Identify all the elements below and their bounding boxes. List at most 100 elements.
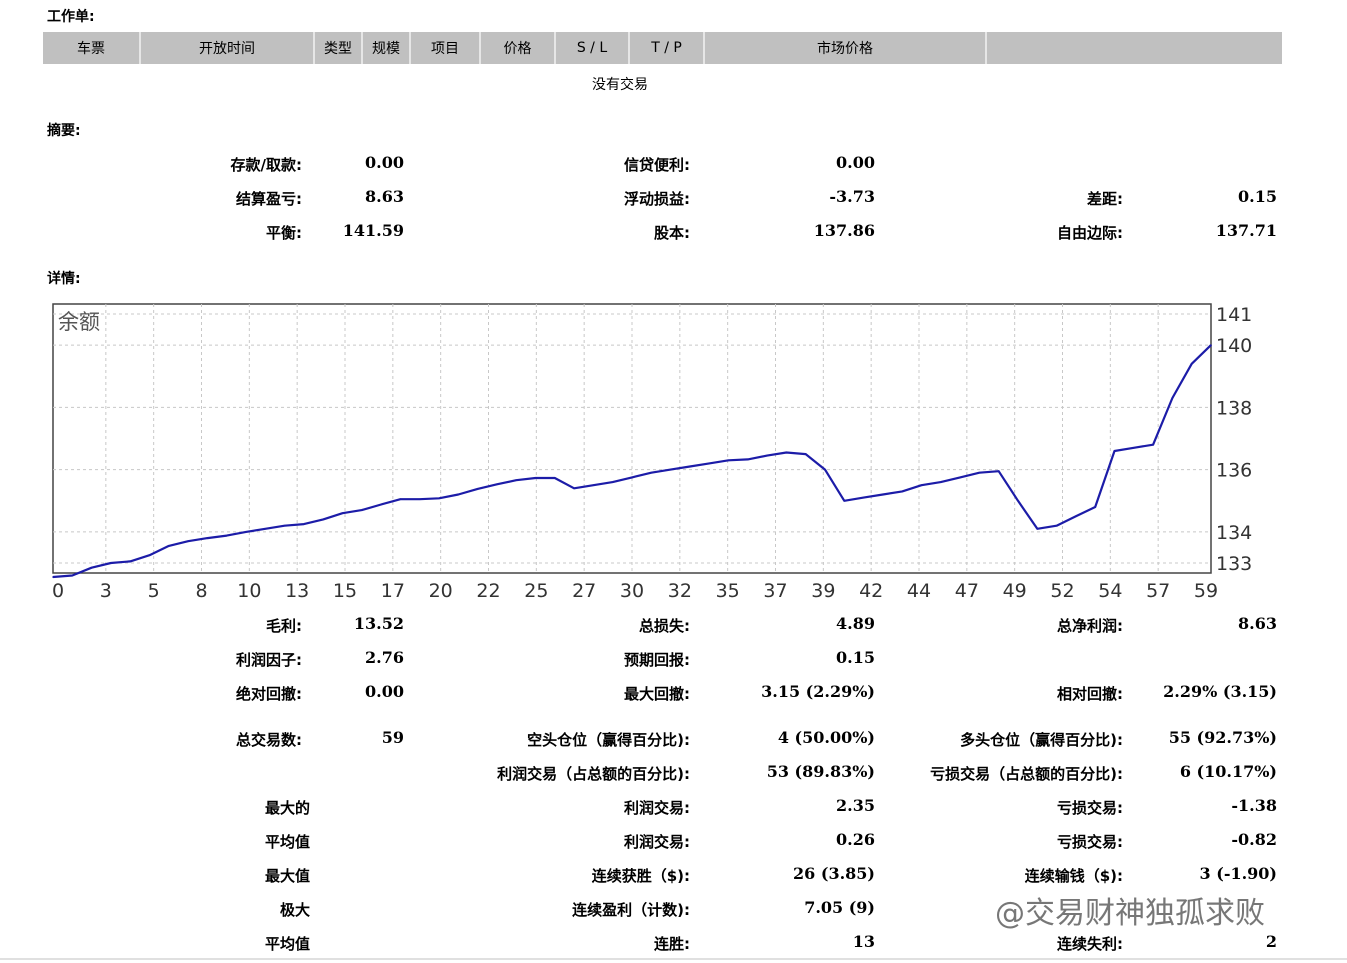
detail-value-col1: 0.00 xyxy=(365,682,404,701)
balance-point xyxy=(322,518,325,521)
x-tick-label: 3 xyxy=(100,580,112,602)
x-tick-label: 27 xyxy=(572,580,596,602)
balance-point xyxy=(843,499,846,502)
balance-point xyxy=(689,465,691,468)
y-tick-label: 134 xyxy=(1216,522,1252,544)
col-item[interactable]: 项目 xyxy=(411,32,481,64)
closed-pl-label: 结算盈亏: xyxy=(236,190,302,208)
detail-label-col2: 连续获胜（$): xyxy=(591,867,690,885)
detail-value-col2: 0.26 xyxy=(836,830,875,849)
balance-value: 141.59 xyxy=(342,221,404,240)
col-size[interactable]: 规模 xyxy=(363,32,411,64)
col-type[interactable]: 类型 xyxy=(315,32,363,64)
detail-label-col2: 空头仓位（赢得百分比): xyxy=(527,731,690,749)
balance-point xyxy=(785,451,788,454)
spread-label: 差距: xyxy=(1087,190,1123,208)
x-tick-label: 44 xyxy=(907,580,931,602)
x-tick-label: 0 xyxy=(52,580,64,602)
balance-point xyxy=(380,503,382,506)
balance-point xyxy=(534,477,537,479)
balance-point xyxy=(1036,527,1039,530)
x-tick-label: 30 xyxy=(620,580,644,602)
detail-label-col3: 连续输钱（$): xyxy=(1024,867,1123,885)
detail-value-col3: -1.38 xyxy=(1231,796,1277,815)
orders-title: 工作单: xyxy=(47,9,95,25)
detail-label-col1: 极大 xyxy=(279,901,310,919)
summary-title: 摘要: xyxy=(47,123,81,139)
detail-value-col2: 0.15 xyxy=(836,648,875,667)
y-tick-label: 136 xyxy=(1216,460,1252,482)
balance-point xyxy=(148,554,151,557)
detail-label-col1: 平均值 xyxy=(264,935,310,953)
balance-point xyxy=(457,493,460,496)
balance-point xyxy=(418,498,421,500)
balance-point xyxy=(341,512,344,514)
balance-point xyxy=(708,462,710,465)
balance-point xyxy=(52,576,54,578)
x-tick-label: 57 xyxy=(1146,580,1170,602)
equity-value: 137.86 xyxy=(813,221,875,240)
detail-value-col1: 59 xyxy=(381,728,404,747)
balance-point xyxy=(1055,524,1058,527)
col-sl[interactable]: S / L xyxy=(556,32,630,64)
detail-label-col2: 利润交易（占总额的百分比): xyxy=(497,765,690,783)
detail-value-col3: 2 xyxy=(1265,932,1277,951)
x-tick-label: 52 xyxy=(1050,580,1074,602)
balance-point xyxy=(399,498,402,500)
balance-point xyxy=(920,484,923,486)
balance-point xyxy=(959,476,961,479)
detail-label-col2: 最大回撤: xyxy=(624,685,690,703)
detail-label-col2: 利润交易: xyxy=(624,833,690,851)
detail-label-col3: 相对回撤: xyxy=(1057,685,1123,703)
x-tick-label: 15 xyxy=(333,580,357,602)
balance-point xyxy=(631,476,633,479)
detail-label-col2: 总损失: xyxy=(639,617,690,635)
detail-label-col1: 绝对回撤: xyxy=(236,685,302,703)
y-tick-label: 138 xyxy=(1216,397,1252,419)
x-tick-label: 13 xyxy=(285,580,309,602)
balance-point xyxy=(168,545,170,547)
x-tick-label: 59 xyxy=(1194,580,1218,602)
balance-point xyxy=(1152,443,1154,446)
detail-value-col2: 4 (50.00%) xyxy=(777,728,875,747)
detail-value-col2: 2.35 xyxy=(836,796,875,815)
col-market-price[interactable]: 市场价格 xyxy=(705,32,987,64)
x-tick-label: 22 xyxy=(476,580,500,602)
detail-value-col3: 2.29% (3.15) xyxy=(1163,682,1277,701)
detail-value-col3: 3 (-1.90) xyxy=(1199,864,1277,883)
detail-label-col2: 连续盈利（计数): xyxy=(572,901,690,919)
y-tick-label: 140 xyxy=(1216,335,1252,357)
col-tp[interactable]: T / P xyxy=(630,32,705,64)
detail-label-col3: 亏损交易: xyxy=(1057,833,1123,851)
balance-point xyxy=(824,468,826,471)
col-ticket[interactable]: 车票 xyxy=(43,32,141,64)
x-tick-label: 49 xyxy=(1003,580,1027,602)
x-tick-label: 17 xyxy=(381,580,405,602)
y-tick-label: 133 xyxy=(1216,553,1252,575)
detail-value-col3: 55 (92.73%) xyxy=(1168,728,1277,747)
col-open-time[interactable]: 开放时间 xyxy=(141,32,315,64)
watermark: @交易财神独孤求败 xyxy=(995,896,1265,931)
deposit-label: 存款/取款: xyxy=(230,156,302,174)
no-trades-text: 没有交易 xyxy=(592,77,648,93)
detail-label-col3: 总净利润: xyxy=(1057,617,1123,635)
detail-label-col3: 连续失利: xyxy=(1057,935,1123,953)
balance-point xyxy=(650,471,653,474)
detail-label-col1: 最大的 xyxy=(264,799,310,817)
balance-label: 平衡: xyxy=(266,224,302,242)
balance-point xyxy=(1094,506,1096,508)
balance-point xyxy=(611,481,614,483)
detail-value-col1: 13.52 xyxy=(353,614,404,633)
closed-pl-value: 8.63 xyxy=(365,187,404,206)
balance-point xyxy=(1133,447,1135,449)
detail-label-col1: 总交易数: xyxy=(236,731,302,749)
balance-point xyxy=(283,524,286,527)
detail-label-col2: 利润交易: xyxy=(624,799,690,817)
balance-point xyxy=(1017,499,1019,502)
balance-point xyxy=(1210,344,1212,346)
balance-point xyxy=(245,531,247,533)
balance-point xyxy=(303,523,305,525)
col-price[interactable]: 价格 xyxy=(481,32,556,64)
balance-point xyxy=(515,479,517,482)
detail-value-col2: 3.15 (2.29%) xyxy=(761,682,875,701)
